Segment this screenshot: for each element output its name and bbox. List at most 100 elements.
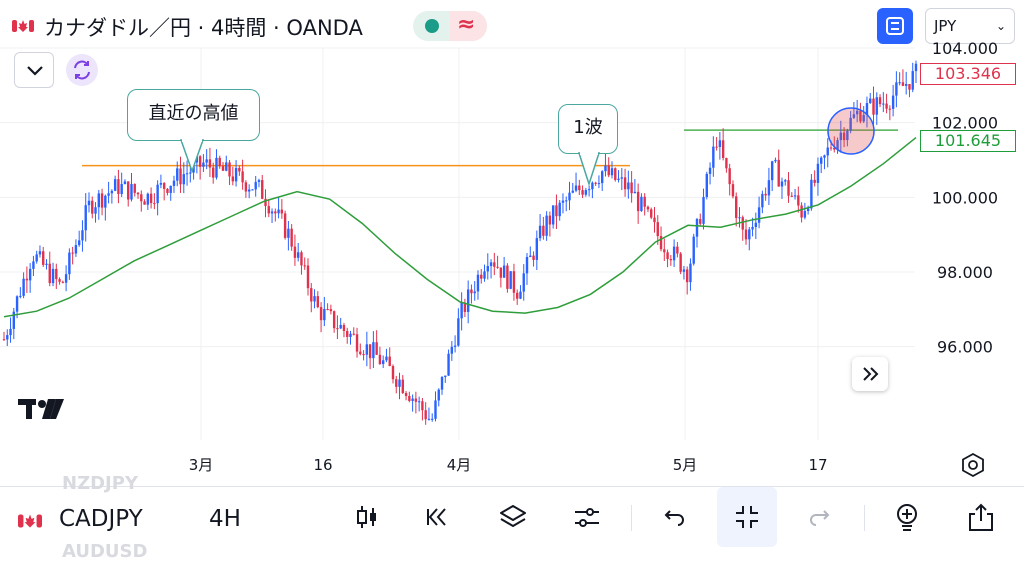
candle-body xyxy=(816,163,820,183)
price-chart[interactable]: 104.000102.000100.00098.00096.000 3月 16 4月… xyxy=(0,0,1024,486)
highlight-circle xyxy=(827,107,875,155)
candle-body xyxy=(172,180,176,186)
candle-body xyxy=(826,147,829,156)
candle-body xyxy=(774,159,777,162)
candle-body xyxy=(904,84,908,86)
candle-body xyxy=(270,211,274,214)
candle-body xyxy=(372,342,375,359)
candle-body xyxy=(512,271,516,293)
candle-body xyxy=(159,183,163,185)
indicators-button[interactable] xyxy=(557,487,617,547)
share-icon xyxy=(969,503,993,531)
candle-body xyxy=(306,265,310,289)
candle-body xyxy=(431,418,434,420)
candle-body xyxy=(136,192,140,195)
candle-body xyxy=(375,342,378,355)
candle-body xyxy=(584,190,588,195)
candle-body xyxy=(45,263,48,265)
candle-body xyxy=(908,84,911,90)
candle-body xyxy=(9,328,12,336)
candle-body xyxy=(71,252,74,254)
x-tick-label: 17 xyxy=(808,456,827,474)
ma-price-tag: 101.645 xyxy=(920,130,1016,152)
candle-body xyxy=(535,238,539,260)
candle-body xyxy=(895,82,898,96)
candle-body xyxy=(715,146,718,148)
candle-body xyxy=(257,180,261,182)
candle-body xyxy=(283,213,287,238)
candle-body xyxy=(502,265,506,278)
candle-body xyxy=(885,103,888,109)
candle-body xyxy=(48,263,51,284)
candle-body xyxy=(378,354,382,365)
callout-recent-high[interactable]: 直近の高値 xyxy=(127,89,260,141)
candle-body xyxy=(447,353,450,376)
layers-button[interactable] xyxy=(483,487,543,547)
candle-body xyxy=(891,95,895,109)
candle-body xyxy=(424,410,427,420)
candle-body xyxy=(744,229,748,240)
candle-body xyxy=(238,167,241,172)
symbol-search-button[interactable]: CADJPY xyxy=(59,506,143,532)
ideas-button[interactable] xyxy=(877,487,937,547)
candle-body xyxy=(911,71,914,90)
interval-button[interactable]: 4H xyxy=(209,506,241,532)
double-chevron-right-icon xyxy=(863,367,879,381)
candle-body xyxy=(362,354,365,356)
candle-body xyxy=(623,177,627,190)
scroll-to-realtime-button[interactable] xyxy=(852,357,888,391)
candle-body xyxy=(61,281,65,283)
candle-body xyxy=(359,351,362,355)
sliders-icon xyxy=(575,508,599,527)
candle-body xyxy=(708,167,712,174)
callout-wave-1[interactable]: 1波 xyxy=(558,104,618,154)
collapse-chart-button[interactable] xyxy=(717,487,777,547)
candle-body xyxy=(368,344,372,359)
x-axis-labels: 3月 16 4月 5月 17 xyxy=(189,456,828,474)
candle-body xyxy=(780,181,784,187)
candle-body xyxy=(735,196,738,218)
candle-body xyxy=(225,162,228,171)
candle-body xyxy=(718,140,722,147)
candle-body xyxy=(120,183,123,195)
share-button[interactable] xyxy=(951,487,1011,547)
redo-button[interactable] xyxy=(791,487,851,547)
candle-body xyxy=(296,252,300,258)
candle-body xyxy=(329,309,333,312)
candle-body xyxy=(251,189,254,191)
candle-body xyxy=(699,219,702,224)
candle-body xyxy=(97,193,100,208)
candle-body xyxy=(212,167,215,178)
candle-body xyxy=(705,173,708,198)
x-tick-label: 4月 xyxy=(447,456,472,474)
candle-body xyxy=(110,190,114,194)
candle-body xyxy=(493,262,496,267)
candle-body xyxy=(797,195,800,206)
candle-body xyxy=(499,267,503,278)
candle-body xyxy=(208,159,212,168)
y-tick-label: 98.000 xyxy=(937,263,993,282)
x-tick-label: 16 xyxy=(313,456,332,474)
candle-body xyxy=(414,398,418,402)
candle-body xyxy=(398,379,401,387)
candle-body xyxy=(525,256,529,274)
candle-body xyxy=(702,197,705,224)
candle-body xyxy=(574,185,578,191)
candle-body xyxy=(460,302,463,319)
candle-body xyxy=(581,190,584,195)
undo-button[interactable] xyxy=(643,487,703,547)
candle-body xyxy=(277,209,280,214)
candle-body xyxy=(731,184,735,197)
candle-body xyxy=(483,271,486,279)
candle-body xyxy=(751,226,754,230)
candle-body xyxy=(509,271,512,289)
next-symbol-ghost: AUDUSD xyxy=(62,541,148,562)
candle-body xyxy=(215,157,218,178)
last-price-tag: 103.346 xyxy=(920,63,1016,85)
chart-type-button[interactable] xyxy=(337,487,397,547)
replay-button[interactable] xyxy=(407,487,467,547)
candle-body xyxy=(453,345,457,347)
candle-body xyxy=(35,254,38,262)
candle-body xyxy=(529,255,532,257)
chart-settings-icon[interactable] xyxy=(960,452,986,478)
